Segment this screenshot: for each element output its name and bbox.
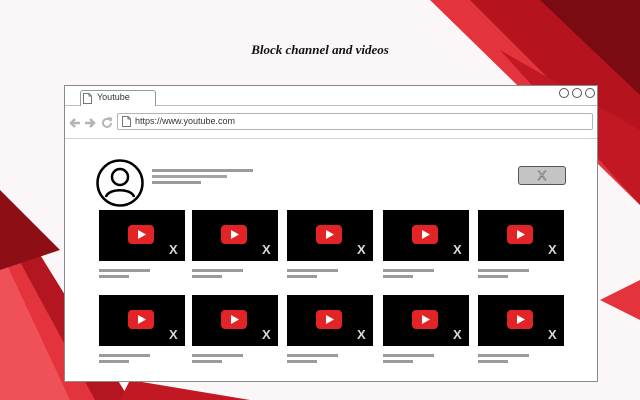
video-thumbnail[interactable]: X xyxy=(99,210,185,261)
video-meta-placeholder xyxy=(478,360,508,363)
video-title-placeholder xyxy=(478,354,529,357)
video-meta-placeholder xyxy=(192,275,222,278)
block-video-button[interactable]: X xyxy=(262,328,271,342)
youtube-play-icon xyxy=(507,225,533,244)
video-title-placeholder xyxy=(478,269,529,272)
browser-tab[interactable]: Youtube xyxy=(80,90,156,106)
title-bar: Youtube xyxy=(65,86,597,106)
page-icon xyxy=(83,93,92,104)
video-meta-placeholder xyxy=(287,360,317,363)
block-video-button[interactable]: X xyxy=(453,243,462,257)
video-title-placeholder xyxy=(192,354,243,357)
video-meta-placeholder xyxy=(478,275,508,278)
maximize-button[interactable] xyxy=(572,88,582,98)
video-title-placeholder xyxy=(99,354,150,357)
video-title-placeholder xyxy=(383,269,434,272)
video-thumbnail[interactable]: X xyxy=(99,295,185,346)
address-bar[interactable]: https://www.youtube.com xyxy=(117,113,593,130)
video-meta-placeholder xyxy=(287,275,317,278)
youtube-play-icon xyxy=(316,225,342,244)
block-video-button[interactable]: X xyxy=(169,243,178,257)
block-video-button[interactable]: X xyxy=(548,243,557,257)
close-window-button[interactable] xyxy=(585,88,595,98)
youtube-play-icon xyxy=(221,225,247,244)
youtube-play-icon xyxy=(412,310,438,329)
video-thumbnail[interactable]: X xyxy=(287,210,373,261)
video-title-placeholder xyxy=(287,269,338,272)
video-meta-placeholder xyxy=(99,275,129,278)
block-channel-button[interactable]: X xyxy=(518,166,566,185)
video-meta-placeholder xyxy=(383,275,413,278)
video-thumbnail[interactable]: X xyxy=(192,295,278,346)
youtube-play-icon xyxy=(316,310,342,329)
video-title-placeholder xyxy=(192,269,243,272)
reload-icon[interactable] xyxy=(101,116,113,130)
youtube-play-icon xyxy=(412,225,438,244)
video-meta-placeholder xyxy=(192,360,222,363)
video-thumbnail[interactable]: X xyxy=(383,210,469,261)
toolbar-divider xyxy=(65,138,597,139)
video-thumbnail[interactable]: X xyxy=(287,295,373,346)
video-thumbnail[interactable]: X xyxy=(478,210,564,261)
channel-info-placeholder xyxy=(152,175,227,178)
block-video-button[interactable]: X xyxy=(357,243,366,257)
channel-name-placeholder xyxy=(152,169,253,172)
back-arrow-icon[interactable] xyxy=(69,116,81,130)
video-title-placeholder xyxy=(287,354,338,357)
video-thumbnail[interactable]: X xyxy=(192,210,278,261)
channel-avatar-icon[interactable] xyxy=(96,159,144,207)
video-meta-placeholder xyxy=(383,360,413,363)
block-video-button[interactable]: X xyxy=(262,243,271,257)
forward-arrow-icon[interactable] xyxy=(84,116,96,130)
block-video-button[interactable]: X xyxy=(548,328,557,342)
video-title-placeholder xyxy=(383,354,434,357)
channel-subinfo-placeholder xyxy=(152,181,201,184)
minimize-button[interactable] xyxy=(559,88,569,98)
headline: Block channel and videos xyxy=(251,42,389,57)
youtube-play-icon xyxy=(221,310,247,329)
video-meta-placeholder xyxy=(99,360,129,363)
block-video-button[interactable]: X xyxy=(169,328,178,342)
tab-label: Youtube xyxy=(97,92,130,102)
youtube-play-icon xyxy=(128,310,154,329)
video-thumbnail[interactable]: X xyxy=(383,295,469,346)
video-thumbnail[interactable]: X xyxy=(478,295,564,346)
block-video-button[interactable]: X xyxy=(357,328,366,342)
youtube-play-icon xyxy=(128,225,154,244)
page-icon xyxy=(122,116,131,127)
video-title-placeholder xyxy=(99,269,150,272)
youtube-play-icon xyxy=(507,310,533,329)
block-video-button[interactable]: X xyxy=(453,328,462,342)
address-url: https://www.youtube.com xyxy=(135,116,236,126)
browser-window: Youtube https://www.youtube.com X X X X X X X… xyxy=(64,85,598,382)
